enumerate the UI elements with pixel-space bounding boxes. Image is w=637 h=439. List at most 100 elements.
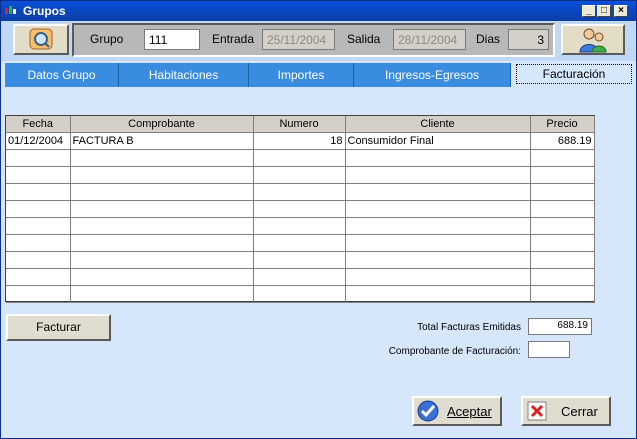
empty-cell <box>530 149 595 167</box>
cell-numero: 18 <box>253 132 346 150</box>
table-row[interactable] <box>6 285 595 303</box>
empty-cell <box>6 183 71 201</box>
empty-cell <box>530 268 595 286</box>
title-bar: Grupos _ □ × <box>1 1 636 21</box>
empty-cell <box>345 149 531 167</box>
total-field[interactable]: 688.19 <box>528 318 592 335</box>
empty-cell <box>530 200 595 218</box>
empty-cell <box>70 183 254 201</box>
check-icon <box>417 400 439 422</box>
empty-cell <box>345 234 531 252</box>
empty-cell <box>530 285 595 303</box>
total-label: Total Facturas Emitidas <box>417 322 521 333</box>
grupo-field[interactable]: 111 <box>144 29 200 50</box>
empty-cell <box>345 183 531 201</box>
salida-field[interactable]: 28/11/2004 <box>393 29 466 50</box>
empty-cell <box>70 217 254 235</box>
dias-label: Dias <box>476 32 501 46</box>
empty-cell <box>530 217 595 235</box>
users-button[interactable] <box>561 24 625 55</box>
cerrar-button[interactable]: Cerrar <box>521 396 611 426</box>
empty-cell <box>6 234 71 252</box>
empty-cell <box>6 285 71 303</box>
empty-cell <box>253 217 346 235</box>
tab-datos-grupo[interactable]: Datos Grupo <box>5 63 119 87</box>
facturar-button[interactable]: Facturar <box>6 314 111 341</box>
invoice-grid: Fecha Comprobante Numero Cliente Precio … <box>5 115 595 303</box>
table-row[interactable] <box>6 251 595 269</box>
search-button[interactable] <box>13 24 69 55</box>
empty-cell <box>530 234 595 252</box>
empty-cell <box>6 217 71 235</box>
empty-cell <box>70 285 254 303</box>
table-row[interactable] <box>6 217 595 235</box>
table-row[interactable] <box>6 149 595 167</box>
empty-cell <box>70 234 254 252</box>
maximize-button[interactable]: □ <box>597 5 611 17</box>
empty-cell <box>345 285 531 303</box>
table-row[interactable]: 01/12/2004 FACTURA B 18 Consumidor Final… <box>6 132 595 150</box>
column-header-comprobante[interactable]: Comprobante <box>70 116 254 133</box>
grupos-window: Grupos _ □ × Grupo 111 Entrada 25/11/200… <box>0 0 637 439</box>
empty-cell <box>6 166 71 184</box>
tab-habitaciones[interactable]: Habitaciones <box>119 63 249 87</box>
entrada-field[interactable]: 25/11/2004 <box>262 29 335 50</box>
column-header-fecha[interactable]: Fecha <box>6 116 71 133</box>
close-icon <box>527 401 547 421</box>
filter-panel: Grupo 111 Entrada 25/11/2004 Salida 28/1… <box>72 23 555 57</box>
column-header-numero[interactable]: Numero <box>253 116 346 133</box>
table-row[interactable] <box>6 166 595 184</box>
empty-cell <box>70 166 254 184</box>
empty-cell <box>530 166 595 184</box>
empty-cell <box>253 166 346 184</box>
empty-cell <box>6 149 71 167</box>
aceptar-button[interactable]: Aceptar <box>412 396 502 426</box>
close-window-button[interactable]: × <box>614 5 628 17</box>
table-row[interactable] <box>6 200 595 218</box>
app-icon <box>5 6 16 14</box>
empty-cell <box>6 251 71 269</box>
empty-cell <box>253 200 346 218</box>
empty-cell <box>530 251 595 269</box>
empty-cell <box>6 268 71 286</box>
search-icon <box>29 28 53 50</box>
empty-cell <box>70 268 254 286</box>
table-row[interactable] <box>6 268 595 286</box>
minimize-button[interactable]: _ <box>582 5 596 17</box>
column-header-precio[interactable]: Precio <box>530 116 595 133</box>
grupo-label: Grupo <box>90 32 124 46</box>
empty-cell <box>6 200 71 218</box>
cell-fecha: 01/12/2004 <box>6 132 71 150</box>
empty-cell <box>345 217 531 235</box>
column-header-cliente[interactable]: Cliente <box>345 116 531 133</box>
invoice-table: Fecha Comprobante Numero Cliente Precio … <box>6 116 595 303</box>
empty-cell <box>70 200 254 218</box>
empty-cell <box>253 251 346 269</box>
cell-cliente: Consumidor Final <box>345 132 531 150</box>
users-icon <box>579 28 607 53</box>
empty-cell <box>345 166 531 184</box>
empty-cell <box>345 268 531 286</box>
empty-cell <box>253 285 346 303</box>
empty-cell <box>70 251 254 269</box>
tab-facturacion[interactable]: Facturación <box>516 64 632 84</box>
salida-label: Salida <box>347 32 381 46</box>
table-row[interactable] <box>6 234 595 252</box>
empty-cell <box>530 183 595 201</box>
cell-precio: 688.19 <box>530 132 595 150</box>
cerrar-label: Cerrar <box>561 404 598 419</box>
window-title: Grupos <box>23 4 66 18</box>
dias-field[interactable]: 3 <box>508 29 549 50</box>
empty-cell <box>253 234 346 252</box>
empty-cell <box>253 149 346 167</box>
table-header-row: Fecha Comprobante Numero Cliente Precio <box>6 116 595 133</box>
empty-cell <box>345 251 531 269</box>
entrada-label: Entrada <box>212 32 255 46</box>
comprobante-field[interactable] <box>528 341 570 358</box>
table-row[interactable] <box>6 183 595 201</box>
tab-importes[interactable]: Importes <box>249 63 354 87</box>
aceptar-label: Aceptar <box>447 404 492 419</box>
cell-comprobante: FACTURA B <box>70 132 254 150</box>
tab-ingresos-egresos[interactable]: Ingresos-Egresos <box>354 63 511 87</box>
empty-cell <box>253 268 346 286</box>
